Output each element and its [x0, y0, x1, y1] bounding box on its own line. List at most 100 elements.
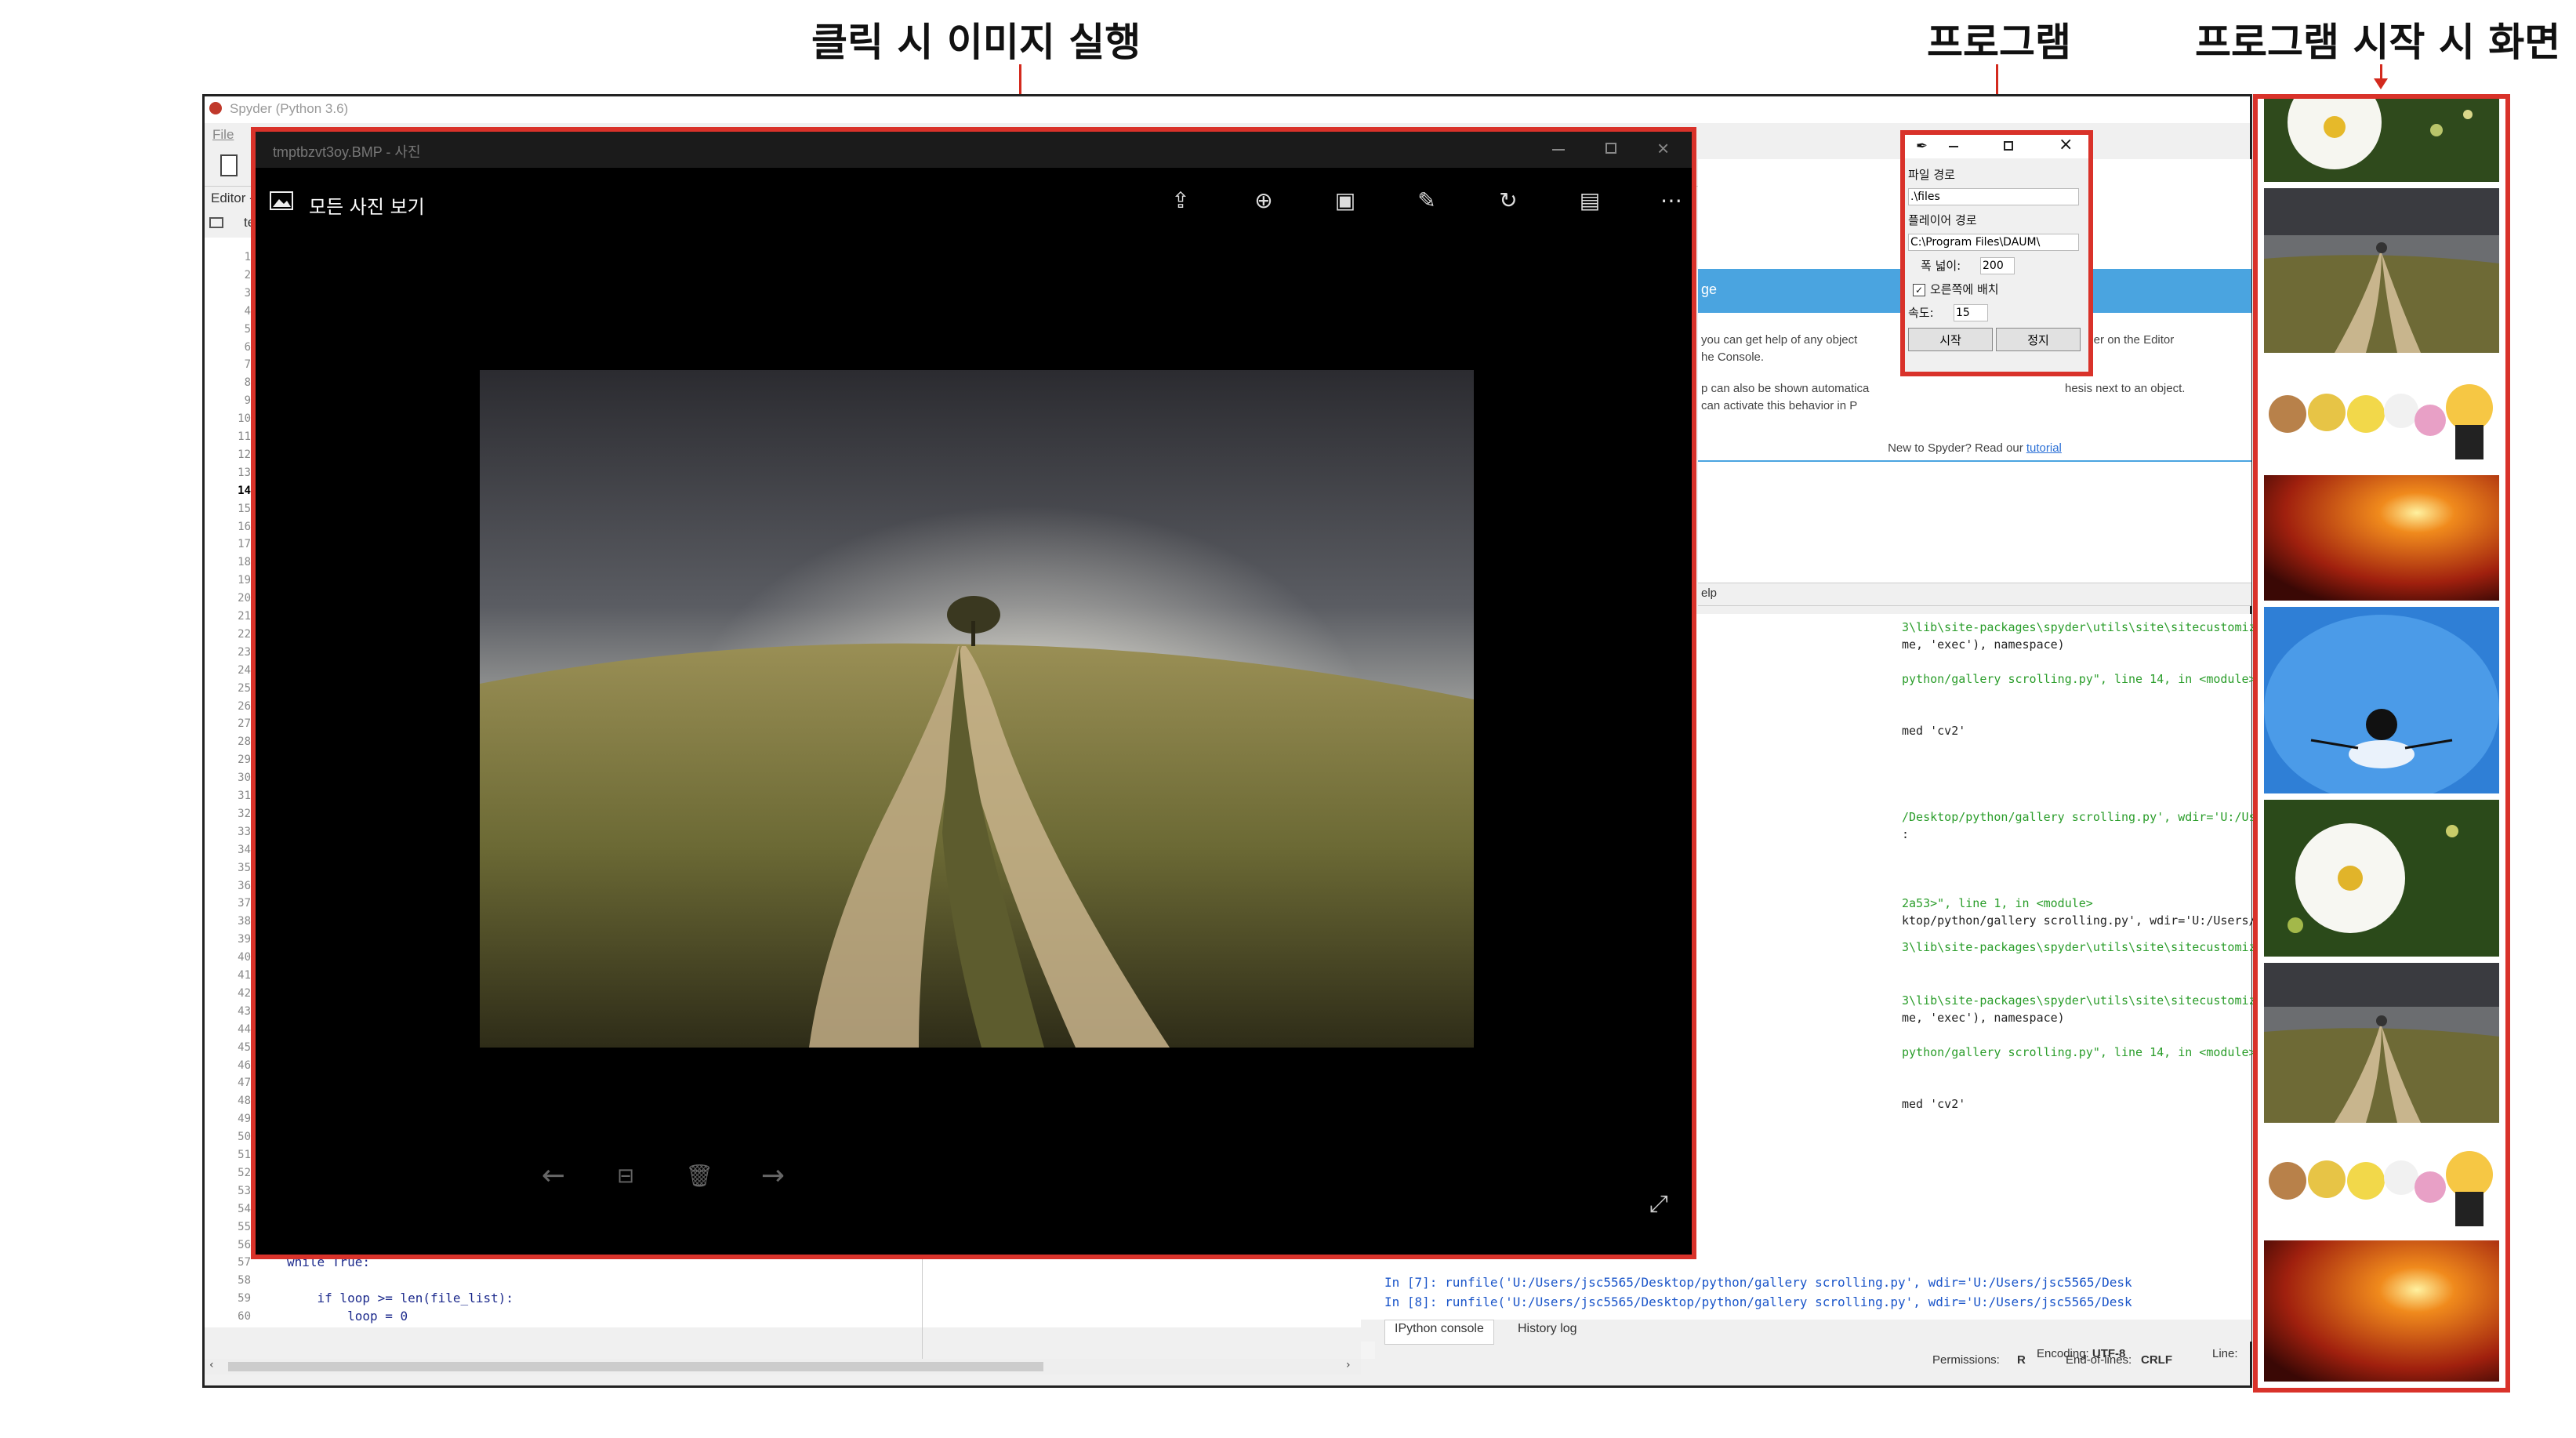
line-number: 36 — [238, 879, 251, 892]
console-tabbar: IPython console History log — [1361, 1320, 2251, 1345]
scroll-right-icon[interactable]: › — [1346, 1359, 1351, 1371]
line-number: 21 — [238, 610, 251, 623]
status-encoding: Encoding: UTF-8 — [2037, 1347, 2125, 1360]
spyder-titlebar: Spyder (Python 3.6) — [205, 96, 2250, 123]
help-footer: New to Spyder? Read our tutorial — [1698, 441, 2251, 462]
editor-divider — [922, 1257, 923, 1359]
console-line: python/gallery scrolling.py", line 14, i… — [1902, 672, 2256, 686]
line-number: 45 — [238, 1040, 251, 1054]
line-number: 13 — [238, 466, 251, 479]
console-prompt-7: In [7]: runfile('U:/Users/jsc5565/Deskto… — [1384, 1275, 2132, 1290]
line-number: 7 — [244, 358, 251, 372]
line-number: 4 — [244, 304, 251, 318]
line-number: 33 — [238, 825, 251, 838]
status-eol-value: CRLF — [2141, 1353, 2172, 1367]
viewer-highlight-box — [251, 127, 1696, 1259]
console-line: me, 'exec'), namespace) — [1902, 637, 2065, 652]
program-highlight-box — [1900, 130, 2093, 376]
line-number: 50 — [238, 1131, 251, 1144]
line-number: 22 — [238, 627, 251, 641]
line-number: 17 — [238, 538, 251, 551]
browse-tabs-icon[interactable] — [209, 217, 223, 228]
line-number: 46 — [238, 1059, 251, 1072]
line-number: 25 — [238, 681, 251, 695]
status-bar: Permissions: R End-of-lines: CRLF — [1694, 1349, 2251, 1371]
help-line-1: you can get help of any object — [1701, 333, 1858, 347]
console-line: python/gallery scrolling.py", line 14, i… — [1902, 1045, 2256, 1059]
line-number: 38 — [238, 915, 251, 928]
console-line: med 'cv2' — [1902, 1097, 1966, 1111]
help-line-2: he Console. — [1701, 350, 1765, 364]
line-number: 16 — [238, 520, 251, 533]
new-to-spyder-text: New to Spyder? Read our — [1888, 441, 2026, 455]
line-number: 51 — [238, 1149, 251, 1161]
line-number: 9 — [244, 394, 251, 408]
line-number: 58 — [238, 1274, 251, 1287]
status-encoding-label: Encoding: — [2037, 1347, 2089, 1360]
line-number: 12 — [238, 448, 251, 461]
line-number: 60 — [238, 1310, 251, 1324]
help-tabbar: elp — [1698, 583, 2251, 606]
help-tab[interactable]: elp — [1701, 586, 1717, 600]
help-line-4: can activate this behavior in P — [1701, 399, 1858, 412]
click-annotation-label: 클릭 시 이미지 실행 — [811, 20, 1141, 65]
line-number: 48 — [238, 1095, 251, 1108]
editor-hscroll-thumb[interactable] — [228, 1362, 1043, 1371]
start-screen-annotation-label: 프로그램 시작 시 화면 — [2195, 20, 2561, 65]
status-permissions-label: Permissions: — [1932, 1353, 2000, 1367]
line-number: 35 — [238, 861, 251, 874]
line-number: 23 — [238, 645, 251, 659]
line-number: 5 — [244, 322, 251, 336]
line-number: 15 — [238, 502, 251, 515]
line-number: 52 — [238, 1166, 251, 1179]
line-number: 56 — [238, 1238, 251, 1251]
line-number: 42 — [238, 986, 251, 1000]
history-log-tab[interactable]: History log — [1518, 1322, 1577, 1336]
editor-hscrollbar[interactable]: ‹ › — [205, 1359, 1361, 1374]
line-number: 31 — [238, 790, 251, 802]
tutorial-link[interactable]: tutorial — [2026, 441, 2062, 455]
status-permissions-value: R — [2017, 1353, 2026, 1367]
line-number: 40 — [238, 951, 251, 964]
console-line: med 'cv2' — [1902, 724, 1966, 738]
line-number: 2 — [244, 268, 251, 281]
start-screen-annotation-arrowhead — [2374, 78, 2388, 89]
code-line: loop = 0 — [287, 1309, 408, 1324]
line-number: 43 — [238, 1004, 251, 1018]
line-number: 27 — [238, 717, 251, 731]
line-number: 29 — [238, 753, 251, 767]
menu-file[interactable]: File — [212, 127, 234, 143]
line-number: 32 — [238, 807, 251, 820]
line-number: 19 — [238, 574, 251, 587]
line-number: 1 — [244, 251, 251, 263]
ipython-console-tab[interactable]: IPython console — [1384, 1320, 1494, 1345]
line-number: 30 — [238, 772, 251, 785]
line-number: 10 — [238, 412, 251, 426]
line-number: 37 — [238, 897, 251, 910]
line-number: 6 — [244, 340, 251, 354]
help-line-3b: hesis next to an object. — [2065, 382, 2186, 395]
scroll-left-icon[interactable]: ‹ — [209, 1359, 214, 1371]
editor-label: Editor - — [211, 191, 254, 205]
line-number: 57 — [238, 1256, 251, 1269]
line-number: 41 — [238, 969, 251, 982]
help-header-text: ge — [1701, 281, 1718, 297]
status-line-label: Line: — [2212, 1347, 2238, 1360]
line-number: 34 — [238, 843, 251, 856]
line-number: 47 — [238, 1077, 251, 1090]
line-number: 26 — [238, 699, 251, 713]
line-number: 59 — [238, 1292, 251, 1305]
line-number: 8 — [244, 376, 251, 390]
line-number: 3 — [244, 286, 251, 300]
new-file-icon[interactable] — [220, 154, 238, 176]
line-number: 28 — [238, 735, 251, 749]
line-number: 24 — [238, 663, 251, 677]
line-number: 18 — [238, 556, 251, 569]
gallery-highlight-box — [2253, 94, 2510, 1393]
console-line: : — [1902, 827, 1910, 841]
line-number: 11 — [238, 430, 251, 443]
code-line: if loop >= len(file_list): — [287, 1291, 513, 1306]
spyder-app-icon — [209, 102, 222, 114]
spyder-window-title: Spyder (Python 3.6) — [230, 101, 349, 116]
start-screen-annotation-arrow — [2380, 64, 2382, 80]
